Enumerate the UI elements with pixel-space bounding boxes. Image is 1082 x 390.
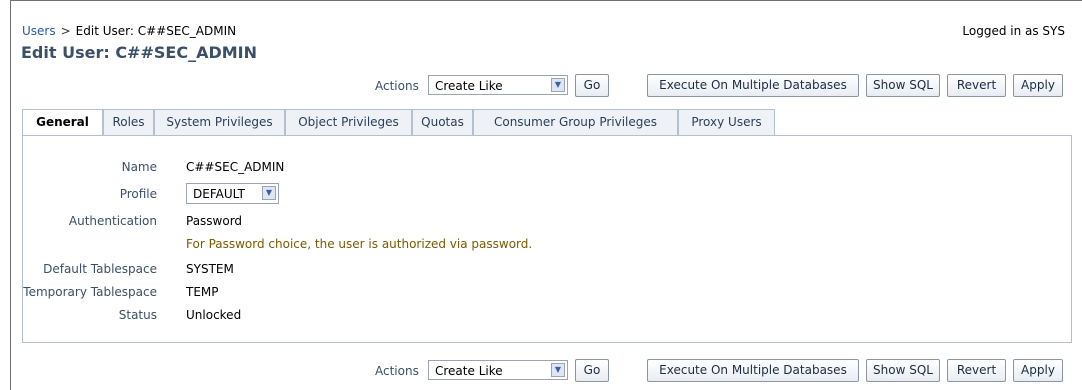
tab-proxy-users[interactable]: Proxy Users xyxy=(678,109,775,135)
show-sql-button[interactable]: Show SQL xyxy=(866,359,940,382)
default-tablespace-value: SYSTEM xyxy=(186,262,234,276)
tab-general[interactable]: General xyxy=(22,109,103,136)
authentication-hint-row: For Password choice, the user is authori… xyxy=(23,237,1023,255)
breadcrumb-separator: > xyxy=(60,24,71,38)
execute-multiple-databases-button[interactable]: Execute On Multiple Databases xyxy=(647,74,859,97)
authentication-row: Authentication Password xyxy=(23,214,1023,232)
authentication-label: Authentication xyxy=(68,214,157,228)
authentication-hint: For Password choice, the user is authori… xyxy=(186,237,533,251)
actions-select-value: Create Like xyxy=(435,79,503,93)
breadcrumb-current: Edit User: C##SEC_ADMIN xyxy=(75,24,237,38)
page-title: Edit User: C##SEC_ADMIN xyxy=(21,43,257,62)
default-tablespace-row: Default Tablespace SYSTEM xyxy=(23,262,1023,280)
actions-label: Actions xyxy=(375,364,419,378)
tab-object-privileges[interactable]: Object Privileges xyxy=(285,109,412,135)
temporary-tablespace-value: TEMP xyxy=(186,285,219,299)
tab-roles[interactable]: Roles xyxy=(103,109,154,135)
name-row: Name C##SEC_ADMIN xyxy=(23,160,1023,178)
breadcrumb: Users > Edit User: C##SEC_ADMIN xyxy=(22,24,236,38)
tab-system-privileges[interactable]: System Privileges xyxy=(154,109,285,135)
name-value: C##SEC_ADMIN xyxy=(186,160,285,174)
revert-button[interactable]: Revert xyxy=(947,359,1006,382)
authentication-value: Password xyxy=(186,214,243,228)
profile-select-value: DEFAULT xyxy=(193,187,245,201)
breadcrumb-users-link[interactable]: Users xyxy=(22,24,56,38)
temporary-tablespace-row: Temporary Tablespace TEMP xyxy=(23,285,1023,303)
status-label: Status xyxy=(118,308,157,322)
go-button[interactable]: Go xyxy=(575,359,609,382)
revert-button[interactable]: Revert xyxy=(947,74,1006,97)
actions-select-value: Create Like xyxy=(435,364,503,378)
temporary-tablespace-label: Temporary Tablespace xyxy=(23,285,157,299)
default-tablespace-label: Default Tablespace xyxy=(43,262,157,276)
apply-button[interactable]: Apply xyxy=(1013,359,1063,382)
chevron-down-icon[interactable]: ▼ xyxy=(262,186,276,200)
chevron-down-icon[interactable]: ▼ xyxy=(551,363,565,377)
logged-in-status: Logged in as SYS xyxy=(962,24,1065,38)
profile-select[interactable]: DEFAULT ▼ xyxy=(186,183,279,204)
actions-label: Actions xyxy=(375,79,419,93)
profile-row: Profile DEFAULT ▼ xyxy=(23,183,1023,205)
tab-quotas[interactable]: Quotas xyxy=(412,109,473,135)
go-button[interactable]: Go xyxy=(575,74,609,97)
show-sql-button[interactable]: Show SQL xyxy=(866,74,940,97)
execute-multiple-databases-button[interactable]: Execute On Multiple Databases xyxy=(647,359,859,382)
actions-bar-top: Actions Create Like ▼ Go Execute On Mult… xyxy=(0,74,1082,98)
chevron-down-icon[interactable]: ▼ xyxy=(551,78,565,92)
actions-bar-bottom: Actions Create Like ▼ Go Execute On Mult… xyxy=(0,359,1082,383)
apply-button[interactable]: Apply xyxy=(1013,74,1063,97)
actions-select[interactable]: Create Like ▼ xyxy=(428,360,568,380)
status-row: Status Unlocked xyxy=(23,308,1023,326)
profile-label: Profile xyxy=(119,187,157,201)
tab-consumer-group-privileges[interactable]: Consumer Group Privileges xyxy=(473,109,678,135)
status-value: Unlocked xyxy=(186,308,242,322)
general-panel: Name C##SEC_ADMIN Profile DEFAULT ▼ Auth… xyxy=(22,135,1072,343)
actions-select[interactable]: Create Like ▼ xyxy=(428,75,568,95)
name-label: Name xyxy=(121,160,157,174)
